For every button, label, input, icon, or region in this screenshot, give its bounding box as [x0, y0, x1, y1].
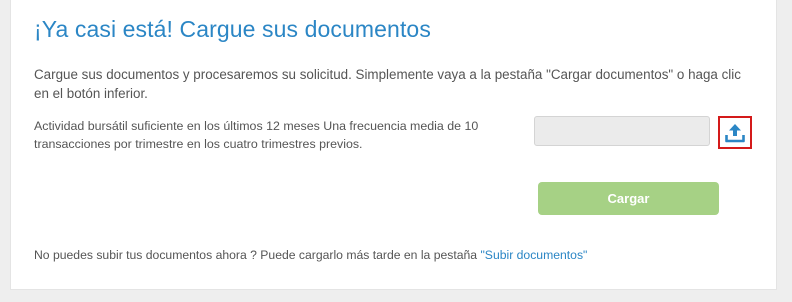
upload-button[interactable] [718, 116, 752, 149]
submit-button[interactable]: Cargar [538, 182, 719, 215]
upload-documents-link[interactable]: "Subir documentos" [480, 248, 587, 262]
requirement-text: Actividad bursátil suficiente en los últ… [34, 119, 479, 151]
footer-message: No puedes subir tus documentos ahora ? P… [34, 248, 481, 262]
page-title: ¡Ya casi está! Cargue sus documentos [34, 16, 431, 42]
footer-text: No puedes subir tus documentos ahora ? P… [34, 248, 587, 262]
intro-text: Cargue sus documentos y procesaremos su … [34, 67, 741, 101]
upload-documents-card: ¡Ya casi está! Cargue sus documentos Car… [10, 0, 777, 290]
file-input[interactable] [534, 116, 710, 146]
upload-icon [724, 122, 746, 144]
